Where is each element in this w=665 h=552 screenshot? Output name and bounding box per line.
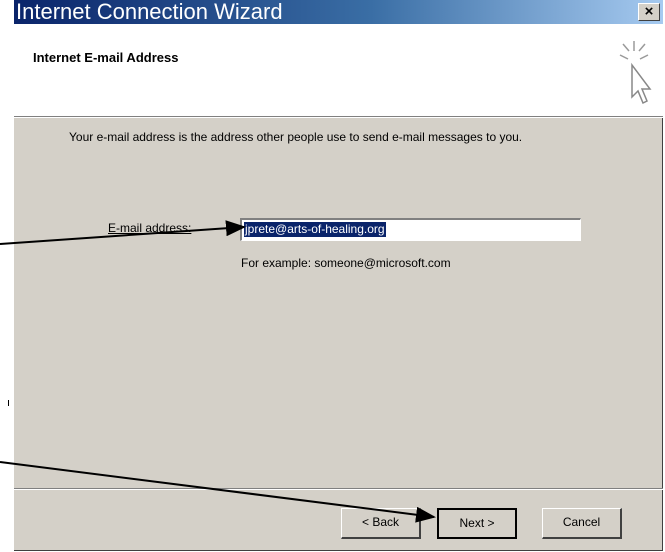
title-bar: Internet Connection Wizard × bbox=[14, 0, 663, 24]
back-button[interactable]: < Back bbox=[341, 508, 421, 539]
email-example-text: For example: someone@microsoft.com bbox=[241, 256, 451, 270]
wizard-window: Internet Connection Wizard × Internet E-… bbox=[14, 0, 663, 551]
description-text: Your e-mail address is the address other… bbox=[69, 130, 523, 144]
footer-separator bbox=[14, 488, 663, 490]
margin-tick bbox=[8, 400, 9, 406]
cancel-button[interactable]: Cancel bbox=[542, 508, 622, 539]
close-button[interactable]: × bbox=[638, 3, 660, 21]
wand-cursor-icon bbox=[619, 41, 652, 105]
close-icon: × bbox=[644, 3, 654, 20]
next-button[interactable]: Next > bbox=[437, 508, 517, 539]
email-address-value: jprete@arts-of-healing.org bbox=[244, 222, 386, 237]
header-panel: Internet E-mail Address bbox=[14, 24, 663, 116]
page-title: Internet E-mail Address bbox=[33, 50, 179, 65]
window-title: Internet Connection Wizard bbox=[16, 0, 283, 24]
header-separator bbox=[14, 116, 663, 118]
email-address-field[interactable]: jprete@arts-of-healing.org bbox=[240, 218, 581, 241]
email-address-label: E-mail address: bbox=[108, 221, 192, 235]
